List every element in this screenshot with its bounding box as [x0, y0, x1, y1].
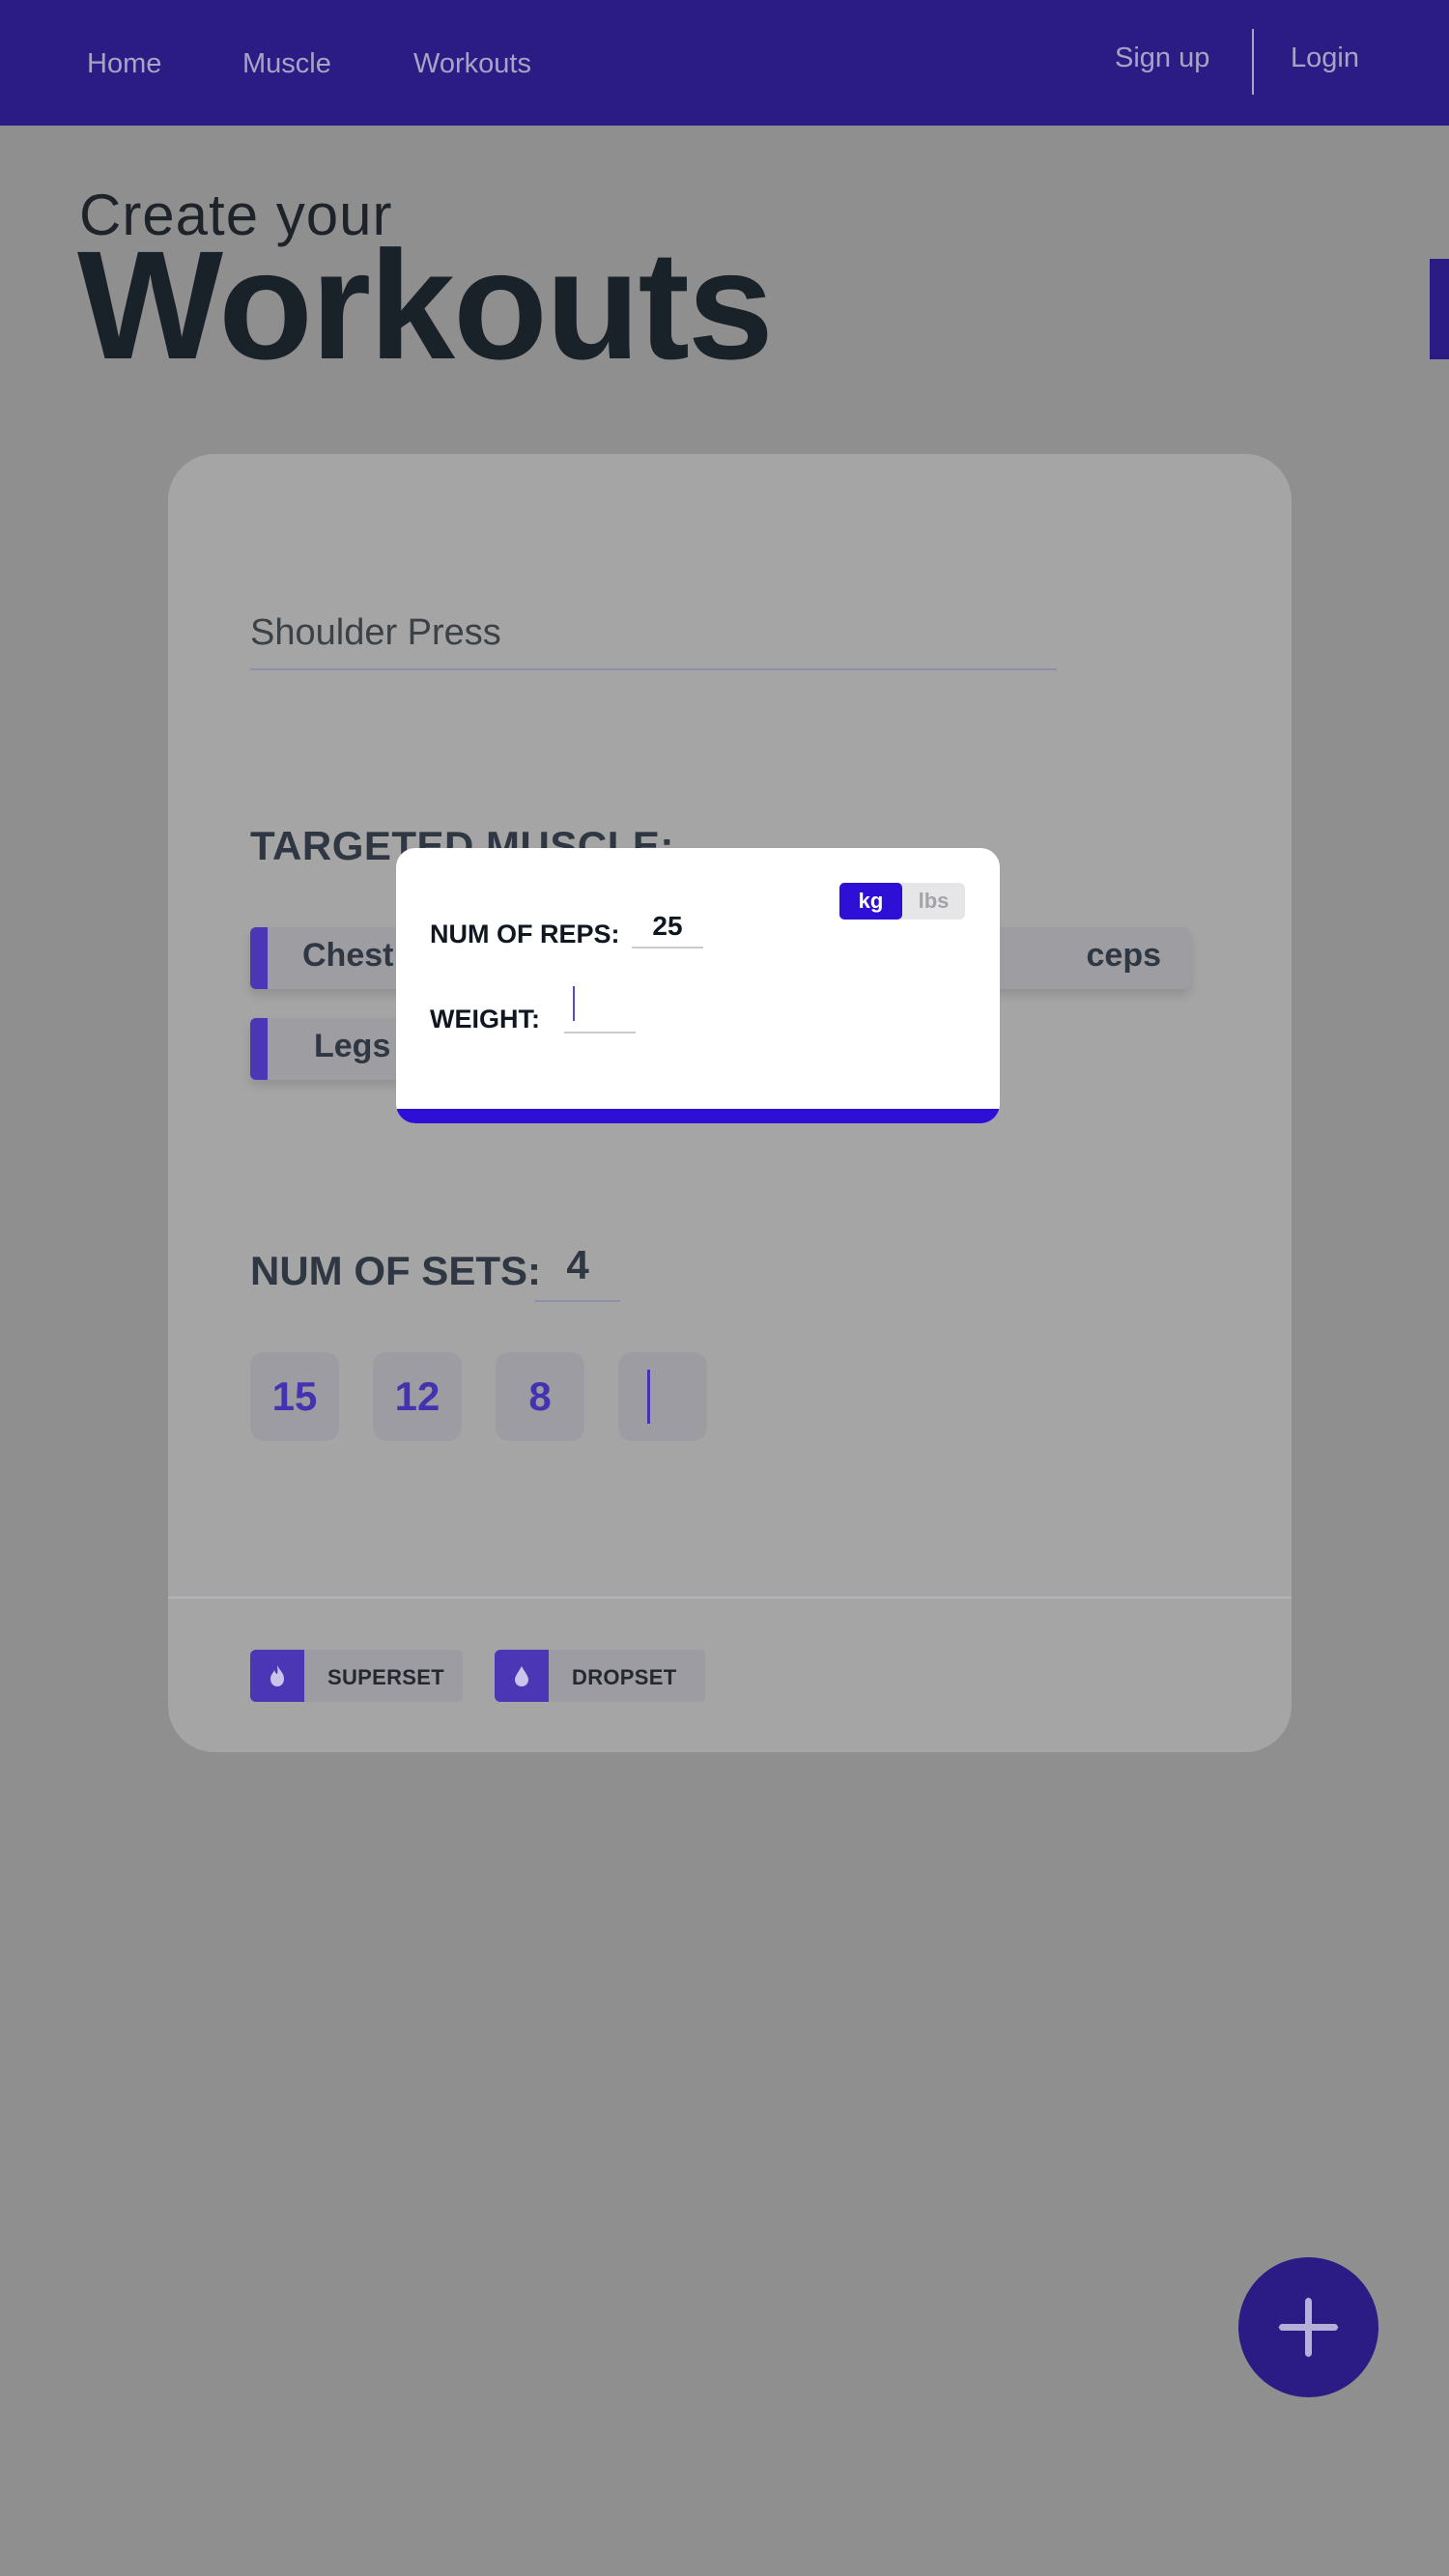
unit-lbs-option[interactable]: lbs	[902, 883, 965, 920]
set-reps-box[interactable]: 15	[250, 1352, 339, 1441]
superset-button[interactable]: SUPERSET	[250, 1650, 463, 1702]
nav-divider	[1252, 29, 1254, 95]
unit-toggle[interactable]: kg lbs	[839, 883, 965, 920]
modal-accent-bar	[396, 1109, 1000, 1123]
text-caret	[647, 1370, 650, 1424]
dropset-label: DROPSET	[572, 1665, 677, 1689]
text-caret	[573, 986, 575, 1021]
login-link[interactable]: Login	[1291, 42, 1359, 74]
add-button[interactable]	[1238, 2257, 1378, 2397]
signup-link[interactable]: Sign up	[1115, 42, 1209, 74]
set-reps-box[interactable]: 8	[496, 1352, 584, 1441]
exercise-name-input[interactable]: Shoulder Press	[250, 601, 1057, 670]
num-sets-input[interactable]: 4	[535, 1242, 620, 1302]
muscle-tag-triceps[interactable]: ceps	[970, 927, 1190, 989]
superset-label: SUPERSET	[327, 1665, 444, 1689]
card-divider	[168, 1597, 1292, 1599]
drop-icon	[495, 1650, 549, 1702]
flame-icon	[250, 1650, 304, 1702]
navbar: Home Muscle Workouts Sign up Login	[0, 0, 1449, 126]
weight-label: WEIGHT:	[430, 1005, 540, 1033]
num-sets-label: NUM OF SETS:	[250, 1248, 541, 1293]
side-accent-bar	[1430, 259, 1449, 359]
set-reps-box[interactable]: 12	[373, 1352, 462, 1441]
nav-home-link[interactable]: Home	[87, 48, 161, 80]
num-reps-label: NUM OF REPS:	[430, 920, 620, 948]
nav-workouts-link[interactable]: Workouts	[413, 48, 531, 80]
weight-input[interactable]	[564, 991, 636, 1033]
unit-kg-option[interactable]: kg	[839, 883, 902, 920]
nav-muscle-link[interactable]: Muscle	[242, 48, 331, 80]
page-title: Workouts	[77, 218, 774, 391]
reps-weight-modal: kg lbs NUM OF REPS: WEIGHT:	[396, 848, 1000, 1123]
dropset-button[interactable]: DROPSET	[495, 1650, 705, 1702]
set-reps-box-active[interactable]	[618, 1352, 707, 1441]
plus-icon	[1277, 2296, 1340, 2359]
num-reps-input[interactable]	[632, 906, 703, 948]
